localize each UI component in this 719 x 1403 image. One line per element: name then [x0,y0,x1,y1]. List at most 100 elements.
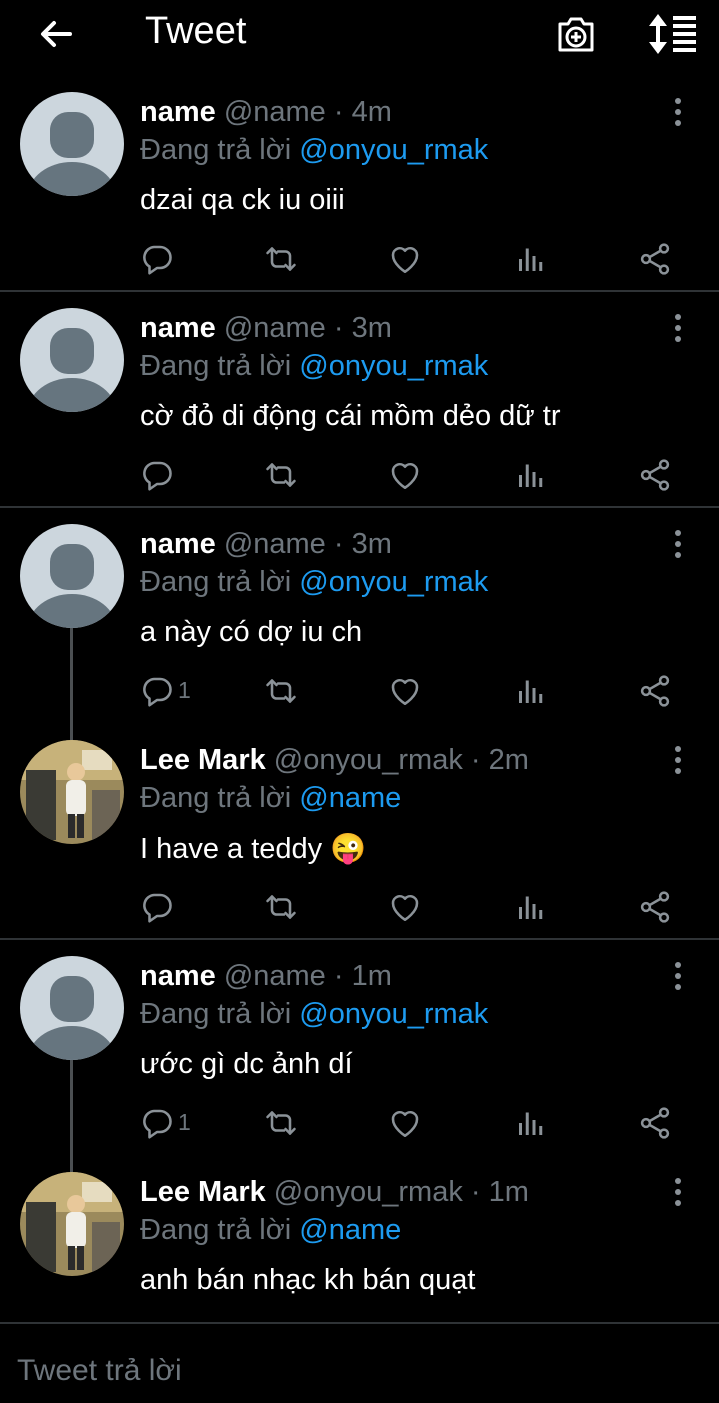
tweet[interactable]: name @name · 1m Đang trả lời @onyou_rmak… [0,944,719,1154]
handle: @name [223,960,326,992]
share-icon[interactable] [637,889,673,925]
reply-mention[interactable]: @onyou_rmak [299,566,488,598]
analytics-icon[interactable] [513,889,549,925]
app-header: Tweet [0,0,719,70]
tweet[interactable]: Lee Mark @onyou_rmak · 2m Đang trả lời @… [0,728,719,938]
camera-icon[interactable] [554,12,598,56]
display-name[interactable]: name [140,960,216,992]
like-icon[interactable] [387,889,423,925]
tweet-meta: name @name · 3m [140,312,392,345]
tweet[interactable]: name @name · 3m Đang trả lời @onyou_rmak… [0,512,719,722]
more-options-icon[interactable] [664,94,692,130]
separator: · [325,960,352,992]
reply-icon[interactable] [139,241,175,277]
compose-placeholder[interactable]: Tweet trả lời [17,1354,182,1388]
share-icon[interactable] [637,1105,673,1141]
divider [0,506,719,508]
analytics-icon[interactable] [513,457,549,493]
reply-icon[interactable] [139,457,175,493]
reply-icon[interactable] [139,1105,175,1141]
separator: · [462,744,489,776]
more-options-icon[interactable] [664,958,692,994]
tweet-text: I have a teddy 😜 [140,833,367,865]
tweet[interactable]: name @name · 3m Đang trả lời @onyou_rmak… [0,296,719,506]
reply-context: Đang trả lời @name [140,782,401,815]
like-icon[interactable] [387,241,423,277]
like-icon[interactable] [387,1105,423,1141]
handle: @onyou_rmak [273,744,463,776]
display-name[interactable]: Lee Mark [140,744,266,776]
more-options-icon[interactable] [664,526,692,562]
reply-context: Đang trả lời @onyou_rmak [140,998,488,1031]
retweet-icon[interactable] [263,241,299,277]
tweet-meta: name @name · 3m [140,528,392,561]
reply-prefix: Đang trả lời [140,1214,300,1246]
avatar-photo[interactable] [20,1172,124,1276]
analytics-icon[interactable] [513,673,549,709]
divider [0,290,719,292]
handle: @name [223,528,326,560]
reply-mention[interactable]: @onyou_rmak [299,350,488,382]
timestamp: 3m [351,528,392,560]
timestamp: 1m [351,960,392,992]
retweet-icon[interactable] [263,889,299,925]
tweet-meta: Lee Mark @onyou_rmak · 2m [140,744,529,777]
like-icon[interactable] [387,457,423,493]
reply-prefix: Đang trả lời [140,782,300,814]
avatar-default[interactable] [20,308,124,412]
avatar-default[interactable] [20,956,124,1060]
analytics-icon[interactable] [513,241,549,277]
tweet[interactable]: Lee Mark @onyou_rmak · 1m Đang trả lời @… [0,1160,719,1320]
reply-icon[interactable] [139,889,175,925]
avatar-default[interactable] [20,92,124,196]
reply-icon[interactable] [139,673,175,709]
reply-mention[interactable]: @onyou_rmak [299,134,488,166]
avatar-default[interactable] [20,524,124,628]
reply-mention[interactable]: @name [299,1214,401,1246]
share-icon[interactable] [637,241,673,277]
reply-context: Đang trả lời @onyou_rmak [140,134,488,167]
tweet-text: ước gì dc ảnh dí [140,1048,353,1080]
reply-mention[interactable]: @onyou_rmak [299,998,488,1030]
tweet-text: cờ đỏ di động cái mồm dẻo dữ tr [140,400,561,432]
display-name[interactable]: Lee Mark [140,1176,266,1208]
reply-prefix: Đang trả lời [140,566,300,598]
more-options-icon[interactable] [664,742,692,778]
tweet-meta: name @name · 1m [140,960,392,993]
reply-context: Đang trả lời @onyou_rmak [140,566,488,599]
separator: · [462,1176,489,1208]
share-icon[interactable] [637,673,673,709]
reply-context: Đang trả lời @onyou_rmak [140,350,488,383]
retweet-icon[interactable] [263,1105,299,1141]
timestamp: 4m [351,96,392,128]
back-arrow-icon[interactable] [36,14,76,54]
reply-compose-bar[interactable]: Tweet trả lời [0,1322,719,1403]
reply-prefix: Đang trả lời [140,998,300,1030]
tweet-meta: Lee Mark @onyou_rmak · 1m [140,1176,529,1209]
divider [0,938,719,940]
retweet-icon[interactable] [263,673,299,709]
separator: · [325,96,352,128]
avatar-photo[interactable] [20,740,124,844]
tweet[interactable]: name @name · 4m Đang trả lời @onyou_rmak… [0,80,719,290]
reply-count: 1 [178,1109,191,1135]
reply-prefix: Đang trả lời [140,134,300,166]
tweet-text: dzai qa ck iu oiii [140,184,345,216]
display-name[interactable]: name [140,312,216,344]
reply-mention[interactable]: @name [299,782,401,814]
like-icon[interactable] [387,673,423,709]
more-options-icon[interactable] [664,1174,692,1210]
display-name[interactable]: name [140,528,216,560]
handle: @onyou_rmak [273,1176,463,1208]
timestamp: 2m [488,744,529,776]
analytics-icon[interactable] [513,1105,549,1141]
display-name[interactable]: name [140,96,216,128]
handle: @name [223,96,326,128]
page-title: Tweet [145,10,247,52]
tweet-text: anh bán nhạc kh bán quạt [140,1264,476,1296]
more-options-icon[interactable] [664,310,692,346]
tweet-text: a này có dợ iu ch [140,616,363,648]
retweet-icon[interactable] [263,457,299,493]
sort-icon[interactable] [646,12,698,56]
share-icon[interactable] [637,457,673,493]
